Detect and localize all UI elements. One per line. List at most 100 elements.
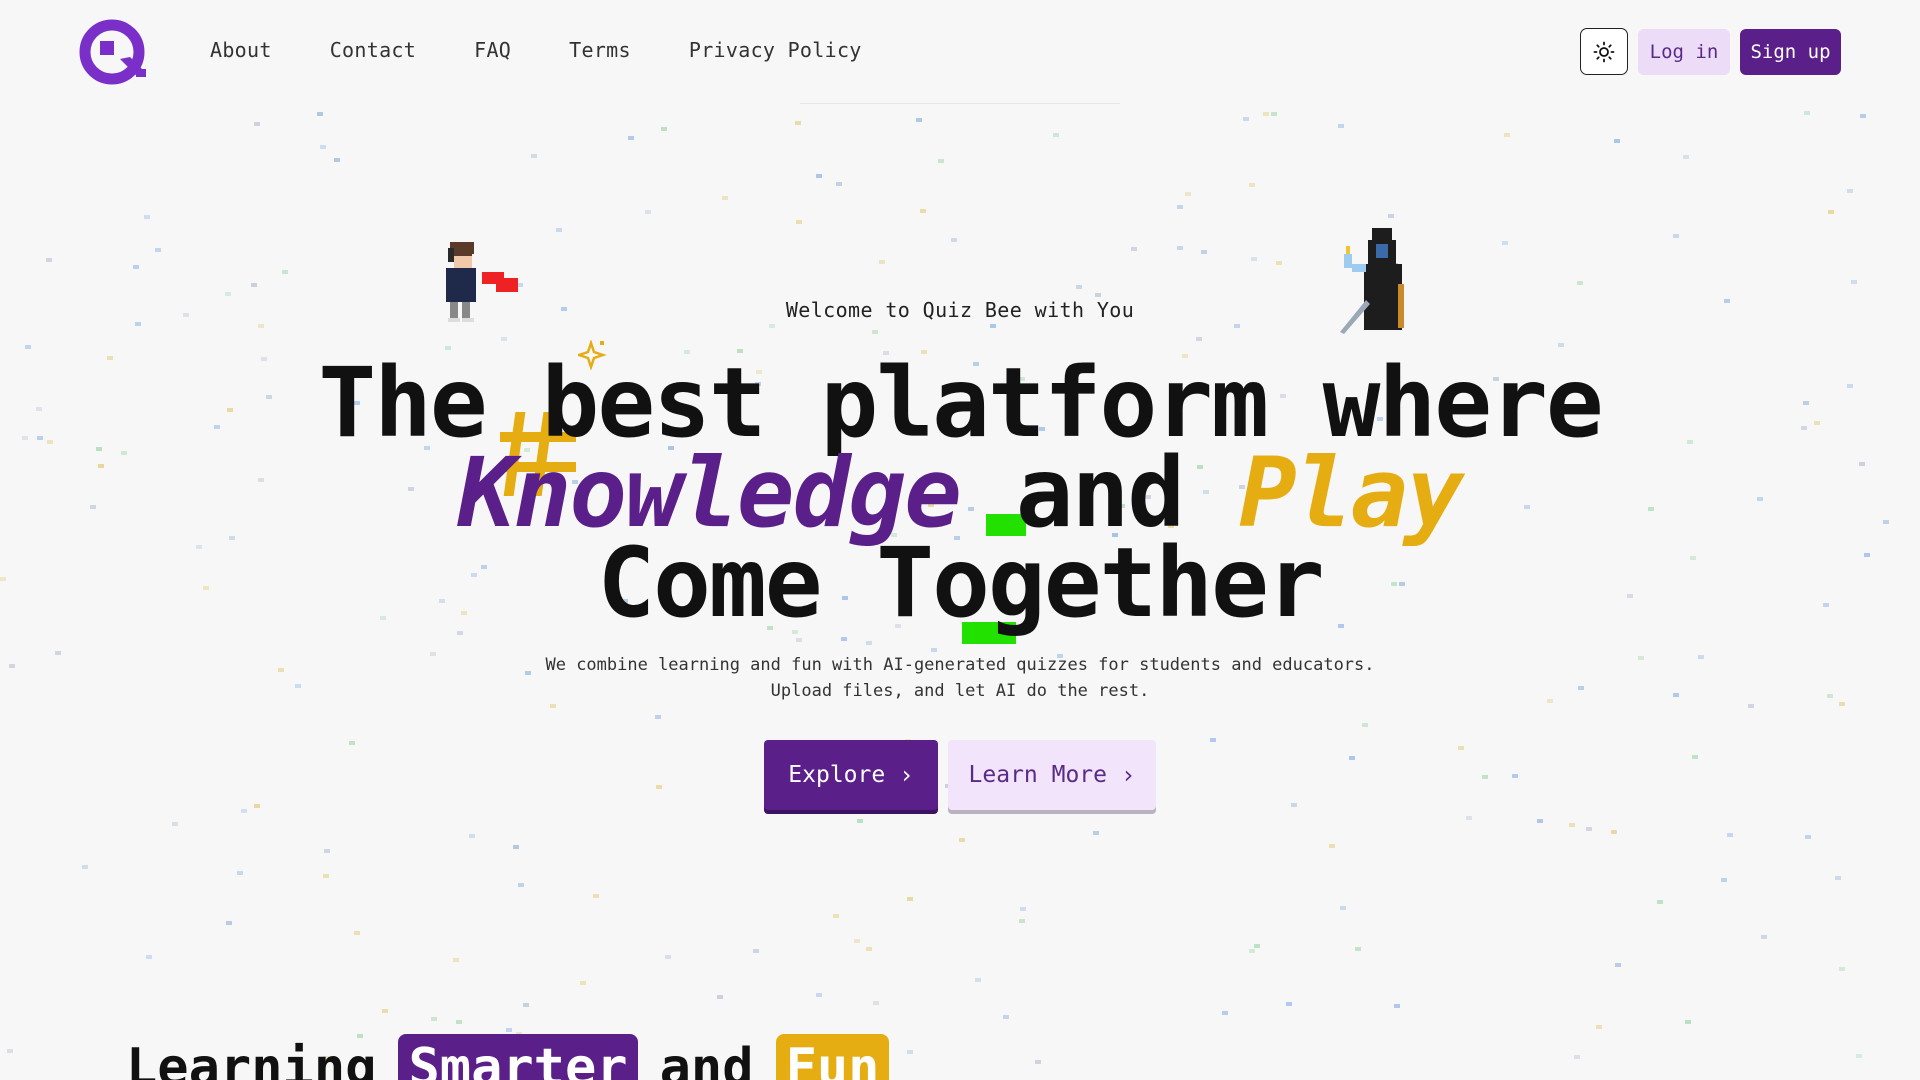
nav-terms[interactable]: Terms (569, 38, 631, 62)
confetti-speck (816, 174, 822, 178)
confetti-speck (722, 196, 728, 200)
confetti-speck (1263, 112, 1269, 116)
confetti-speck (1482, 775, 1488, 779)
confetti-speck (323, 874, 329, 878)
confetti-speck (769, 324, 775, 328)
confetti-speck (1053, 133, 1059, 137)
signup-button[interactable]: Sign up (1740, 29, 1841, 75)
confetti-speck (295, 684, 301, 688)
confetti-speck (1761, 935, 1767, 939)
confetti-speck (836, 182, 842, 186)
confetti-speck (1614, 139, 1620, 143)
confetti-speck (1827, 694, 1833, 698)
confetti-speck (1249, 183, 1255, 187)
confetti-speck (1329, 844, 1335, 848)
nav-privacy-policy[interactable]: Privacy Policy (689, 38, 862, 62)
learn-more-button[interactable]: Learn More › (948, 740, 1156, 810)
confetti-speck (1251, 257, 1257, 261)
confetti-speck (1673, 234, 1679, 238)
confetti-speck (916, 118, 922, 122)
confetti-speck (1835, 876, 1841, 880)
confetti-speck (1234, 324, 1240, 328)
confetti-speck (1276, 261, 1282, 265)
confetti-speck (1177, 205, 1183, 209)
confetti-speck (866, 641, 872, 645)
confetti-speck (469, 834, 475, 838)
confetti-speck (1355, 947, 1361, 951)
confetti-speck (1076, 285, 1082, 289)
confetti-speck (1003, 1015, 1009, 1019)
confetti-speck (1596, 1025, 1602, 1029)
quiz-bee-logo[interactable] (78, 19, 152, 85)
confetti-speck (1839, 702, 1845, 706)
confetti-speck (430, 652, 436, 656)
confetti-speck (46, 258, 52, 262)
confetti-speck (456, 1020, 462, 1024)
nav-contact[interactable]: Contact (330, 38, 416, 62)
confetti-speck (550, 704, 556, 708)
theme-toggle-button[interactable] (1580, 28, 1628, 75)
confetti-speck (1586, 827, 1592, 831)
confetti-speck (1035, 1060, 1041, 1064)
confetti-speck (959, 838, 965, 842)
pixel-character-headphones-sprite (440, 238, 540, 338)
confetti-speck (1466, 816, 1472, 820)
confetti-speck (1177, 246, 1183, 250)
login-button[interactable]: Log in (1638, 29, 1730, 75)
confetti-speck (1458, 746, 1464, 750)
confetti-speck (1856, 1054, 1862, 1058)
confetti-speck (873, 1001, 879, 1005)
confetti-speck (135, 322, 141, 326)
confetti-speck (795, 121, 801, 125)
confetti-speck (25, 345, 31, 349)
confetti-speck (354, 931, 360, 935)
confetti-speck (661, 127, 667, 131)
confetti-speck (854, 939, 860, 943)
confetti-speck (796, 220, 802, 224)
confetti-speck (938, 159, 944, 163)
site-header: About Contact FAQ Terms Privacy Policy L… (0, 0, 1920, 104)
section-heading: Learning Smarter and Fun (126, 1028, 890, 1080)
confetti-speck (1196, 337, 1202, 341)
confetti-speck (258, 324, 264, 328)
confetti-speck (1692, 755, 1698, 759)
headline-line-3: Come Together (597, 527, 1324, 639)
confetti-speck (144, 215, 150, 219)
confetti-speck (593, 894, 599, 898)
confetti-speck (645, 210, 651, 214)
confetti-speck (1291, 803, 1297, 807)
confetti-speck (155, 248, 161, 252)
confetti-speck (717, 995, 723, 999)
confetti-speck (225, 292, 231, 296)
headline-line-2: Knowledge and Play (0, 445, 1920, 541)
confetti-speck (457, 631, 463, 635)
confetti-speck (1131, 247, 1137, 251)
confetti-speck (1502, 241, 1508, 245)
confetti-speck (1804, 111, 1810, 115)
confetti-speck (556, 228, 562, 232)
confetti-speck (580, 981, 586, 985)
explore-button[interactable]: Explore › (764, 740, 938, 810)
confetti-speck (1349, 756, 1355, 760)
hero-description: We combine learning and fun with AI-gene… (545, 655, 1375, 701)
confetti-speck (951, 238, 957, 242)
confetti-speck (665, 955, 671, 959)
nav-about[interactable]: About (210, 38, 272, 62)
confetti-speck (431, 1017, 437, 1021)
nav-faq[interactable]: FAQ (474, 38, 511, 62)
confetti-speck (857, 819, 863, 823)
confetti-speck (523, 1003, 529, 1007)
confetti-speck (1020, 907, 1026, 911)
confetti-speck (866, 947, 872, 951)
confetti-speck (349, 741, 355, 745)
confetti-speck (1249, 949, 1255, 953)
confetti-speck (1638, 656, 1644, 660)
confetti-speck (1851, 280, 1857, 284)
confetti-speck (1338, 124, 1344, 128)
confetti-speck (1286, 1002, 1292, 1006)
confetti-speck (1185, 192, 1191, 196)
welcome-text: Welcome to Quiz Bee with You (785, 298, 1135, 322)
confetti-speck (9, 664, 15, 668)
confetti-speck (237, 871, 243, 875)
confetti-speck (1727, 833, 1733, 837)
